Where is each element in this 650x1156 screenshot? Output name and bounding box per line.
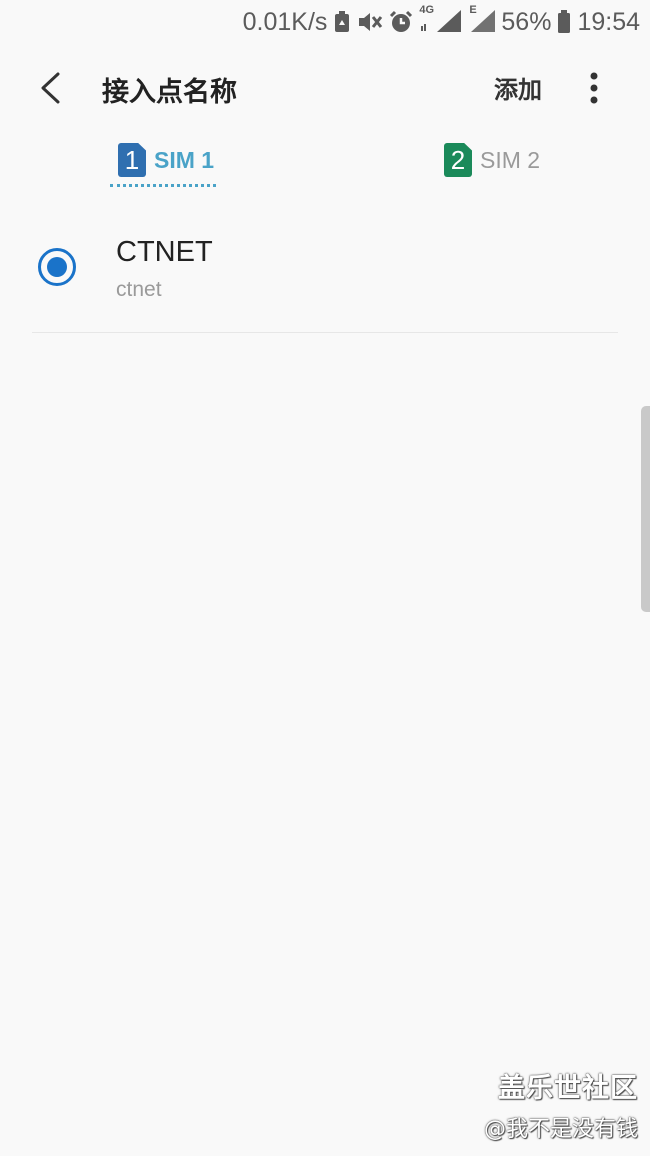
apn-settings-screen: 0.01K/s 4G E 56% 19:54 接入点名称 添加 1 SIM 1 … [0,0,650,1156]
sim-1-icon: 1 [118,143,146,177]
selected-tab-indicator [110,184,216,187]
clock: 19:54 [577,7,640,36]
sim-tabs: 1 SIM 1 2 SIM 2 [0,130,650,194]
tab-sim-2[interactable]: 2 SIM 2 [444,136,540,184]
network-type-label: 4G [419,4,435,16]
watermark-brand: 盖乐世社区 [498,1073,638,1104]
battery-icon [557,10,571,34]
divider [32,332,618,333]
apn-name: CTNET [116,236,213,268]
page-title: 接入点名称 [102,77,237,108]
list-item-apn[interactable]: CTNET ctnet [0,216,650,332]
scrollbar[interactable] [641,406,650,612]
battery-percent: 56% [501,7,552,36]
more-options-button[interactable] [578,66,610,110]
tab-label: SIM 1 [154,146,215,173]
signal-icon-2: E [469,4,496,34]
more-vert-icon [590,72,598,104]
network-type-label-2: E [469,4,477,16]
mute-icon [357,10,383,34]
back-arrow-icon [41,72,60,104]
status-bar: 0.01K/s 4G E 56% 19:54 [0,0,650,44]
battery-saver-icon [333,10,351,34]
apn-value: ctnet [116,278,162,301]
tab-label: SIM 2 [480,146,541,173]
signal-icon: 4G [419,4,463,34]
toolbar: 接入点名称 添加 [0,56,650,120]
alarm-icon [389,10,413,34]
network-speed: 0.01K/s [242,7,328,36]
watermark: 盖乐世社区 @我不是没有钱 [484,1066,638,1143]
tab-sim-1[interactable]: 1 SIM 1 [118,136,214,184]
add-button[interactable]: 添加 [494,70,542,105]
watermark-user: @我不是没有钱 [483,1117,638,1142]
apn-radio-button[interactable] [38,248,76,286]
back-button[interactable] [26,66,74,110]
sim-2-icon: 2 [444,143,472,177]
